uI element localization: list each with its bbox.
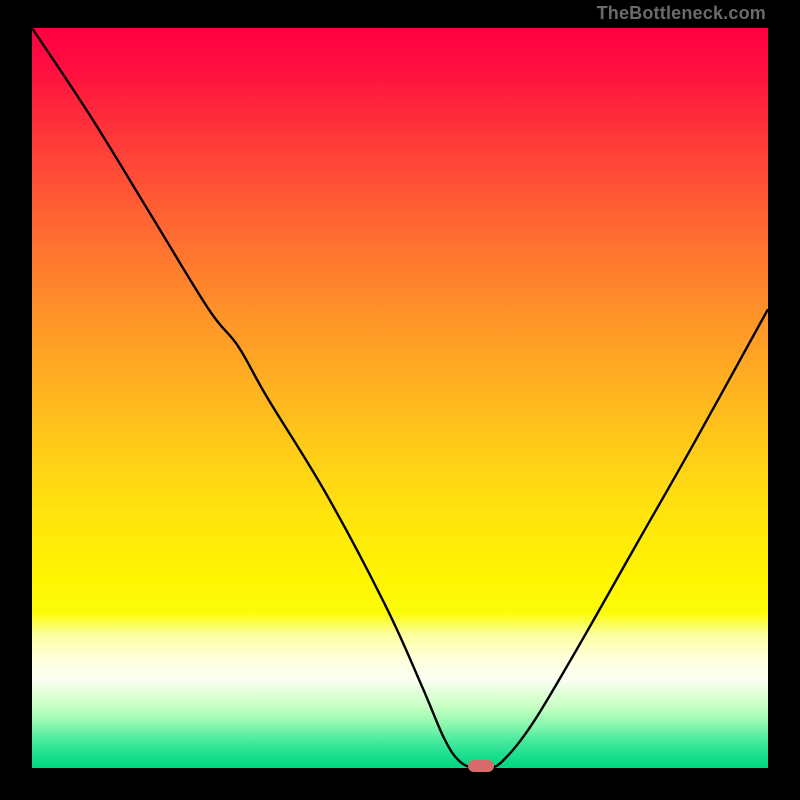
plot-area bbox=[32, 28, 768, 768]
chart-stage: TheBottleneck.com bbox=[0, 0, 800, 800]
watermark-text: TheBottleneck.com bbox=[597, 4, 766, 22]
optimal-marker bbox=[468, 760, 494, 772]
